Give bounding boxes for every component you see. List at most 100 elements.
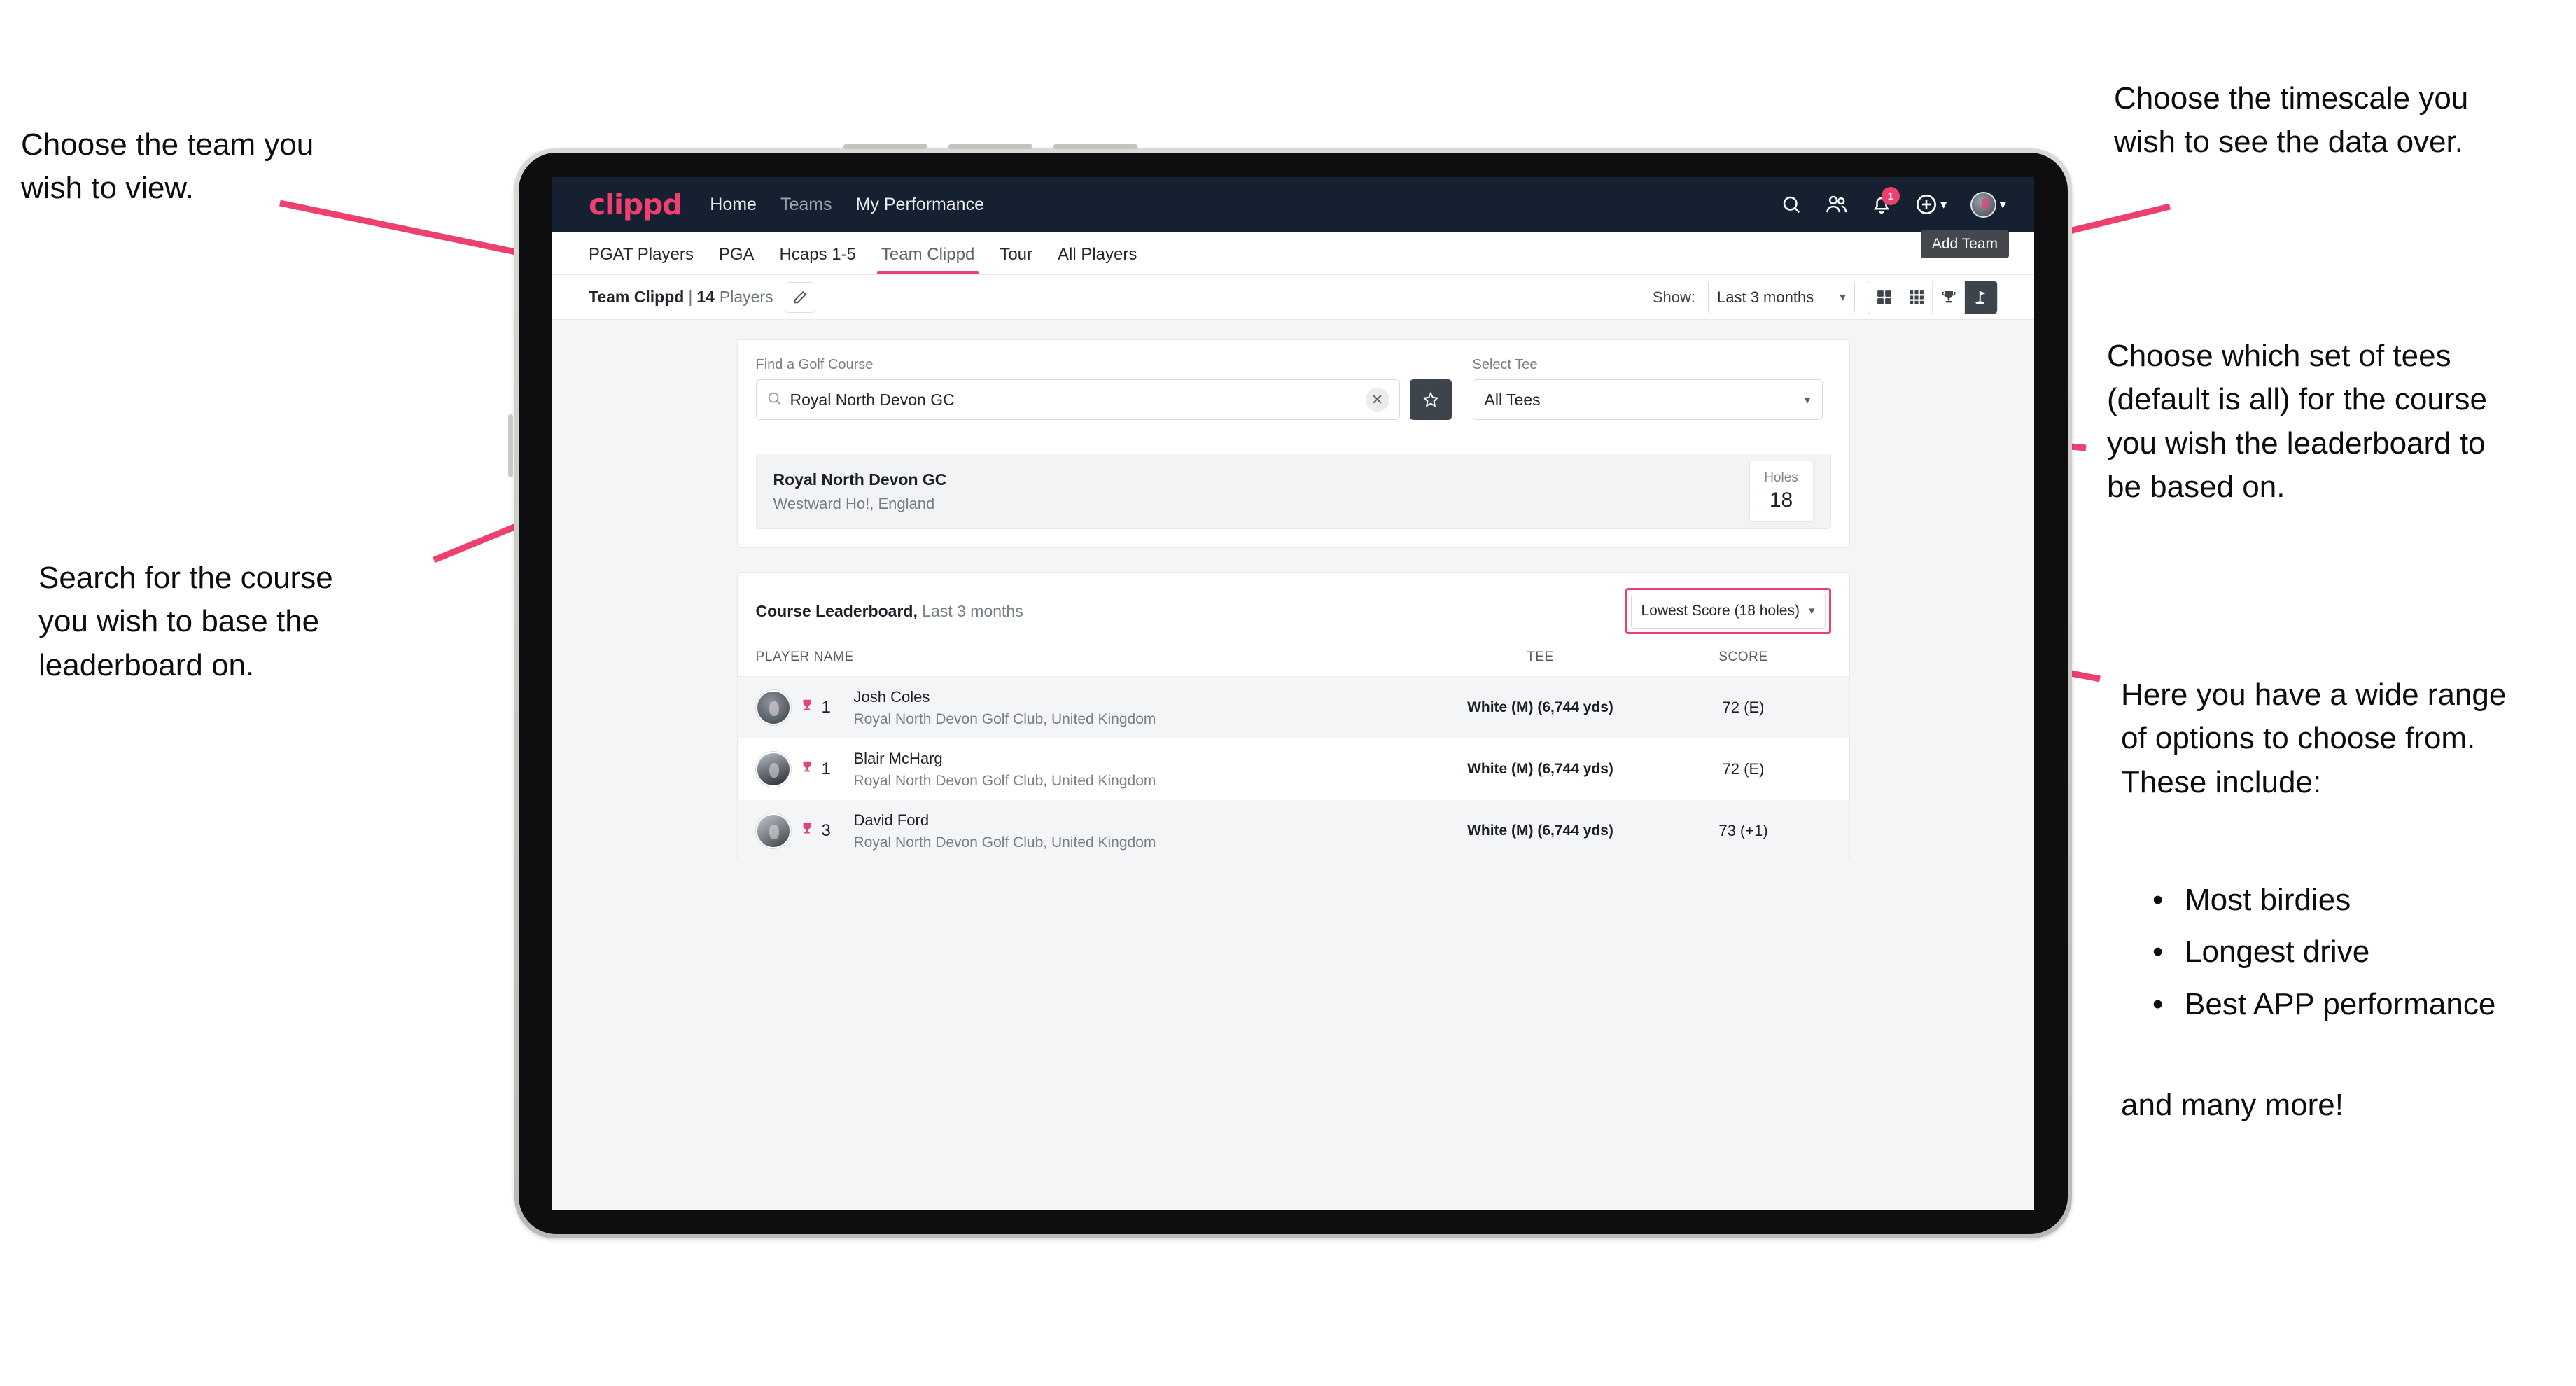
- find-course-field: Find a Golf Course Royal North Devon GC: [755, 357, 1400, 420]
- nav-link-home[interactable]: Home: [710, 195, 757, 215]
- device-button-top-2: [948, 144, 1032, 149]
- grid-2x2-view-icon[interactable]: [1868, 281, 1900, 314]
- player-count: 14: [696, 288, 715, 306]
- player-score: 73 (+1): [1718, 822, 1768, 839]
- tab-all-players[interactable]: All Players: [1058, 245, 1137, 274]
- course-search-input[interactable]: Royal North Devon GC ✕: [755, 379, 1400, 420]
- chevron-down-icon[interactable]: ▾: [1999, 197, 2006, 213]
- annotation-choose-tees: Choose which set of tees (default is all…: [2107, 339, 2487, 505]
- course-search-panel: Find a Golf Course Royal North Devon GC: [736, 340, 1850, 548]
- column-player-name: PLAYER NAME: [755, 650, 854, 664]
- timescale-value: Last 3 months: [1717, 288, 1814, 306]
- leaderboard-metric-highlight: Lowest Score (18 holes) ▾: [1625, 588, 1831, 634]
- leaderboard-title-sub: Last 3 months: [917, 601, 1023, 620]
- team-sep: |: [688, 288, 693, 306]
- tab-team-clippd[interactable]: Team Clippd: [876, 245, 979, 274]
- team-toolbar: Team Clippd | 14 Players Show: Last 3 month…: [552, 275, 2034, 320]
- avatar-image: [1970, 191, 1997, 218]
- pencil-icon[interactable]: [784, 281, 816, 313]
- player-score: 72 (E): [1722, 699, 1765, 716]
- course-search-value: Royal North Devon GC: [790, 390, 955, 409]
- screenshot-stage: Choose the team you wish to view. Choose…: [0, 0, 2576, 1386]
- chevron-down-icon: ▾: [1808, 604, 1815, 617]
- header-actions: 1 ▾ ▾: [1781, 187, 2006, 218]
- star-icon[interactable]: [1409, 379, 1452, 420]
- add-team-tooltip: Add Team: [1920, 230, 2009, 258]
- annotation-choose-team: Choose the team you wish to view.: [21, 127, 314, 206]
- course-leaderboard-panel: Course Leaderboard, Last 3 months Lowest…: [736, 572, 1850, 862]
- player-tee: White (M) (6,744 yds): [1467, 822, 1614, 839]
- select-tee-label: Select Tee: [1472, 357, 1538, 372]
- timescale-select[interactable]: Last 3 months ▾: [1708, 280, 1855, 314]
- device-bezel: clippd Home Teams My Performance 1 ▾ ▾ P…: [519, 153, 2068, 1234]
- device-button-top-3: [1054, 144, 1138, 149]
- leaderboard-metric-select[interactable]: Lowest Score (18 holes) ▾: [1630, 594, 1826, 629]
- player-rank: 1: [821, 698, 831, 717]
- close-icon[interactable]: ✕: [1365, 388, 1390, 412]
- app-header: clippd Home Teams My Performance 1 ▾ ▾: [552, 177, 2034, 232]
- annotation-option-item: Most birdies: [2152, 878, 2576, 922]
- annotation-options-intro: Here you have a wide range of options to…: [2121, 678, 2507, 799]
- annotation-search-course: Search for the course you wish to base t…: [38, 561, 333, 682]
- device-button-top-1: [844, 144, 927, 149]
- course-result-card[interactable]: Royal North Devon GC Westward Ho!, Engla…: [755, 454, 1831, 529]
- player-club: Royal North Devon Golf Club, United King…: [853, 710, 1156, 727]
- search-icon[interactable]: [1781, 194, 1802, 215]
- player-club: Royal North Devon Golf Club, United King…: [853, 772, 1156, 789]
- plus-circle-icon[interactable]: ▾: [1915, 193, 1947, 216]
- player-rank: 1: [821, 760, 831, 778]
- tablet-device: clippd Home Teams My Performance 1 ▾ ▾ P…: [508, 144, 2072, 1238]
- course-search-fields: Find a Golf Course Royal North Devon GC: [755, 357, 1831, 420]
- column-tee: TEE: [1527, 650, 1554, 664]
- player-tee: White (M) (6,744 yds): [1467, 699, 1614, 715]
- nav-link-teams[interactable]: Teams: [780, 195, 832, 215]
- grid-3x3-view-icon[interactable]: [1900, 281, 1933, 314]
- avatar: [755, 690, 791, 725]
- toolbar-right-group: Show: Last 3 months ▾: [1652, 280, 1998, 314]
- tee-select-value: All Tees: [1484, 390, 1541, 409]
- annotation-option-item: Longest drive: [2152, 930, 2576, 974]
- trophy-icon: [799, 759, 815, 780]
- player-rank: 3: [821, 821, 831, 840]
- leaderboard-column-headers: PLAYER NAME TEE SCORE: [737, 650, 1849, 677]
- page-content: Find a Golf Course Royal North Devon GC: [552, 320, 2034, 1210]
- player-tee: White (M) (6,744 yds): [1467, 761, 1614, 777]
- tab-hcaps-1-5[interactable]: Hcaps 1-5: [780, 245, 856, 274]
- view-toggle-group: [1868, 280, 1998, 314]
- flag-view-icon[interactable]: [1965, 281, 1997, 314]
- table-row[interactable]: 3 David Ford Royal North Devon Golf Club…: [737, 800, 1849, 862]
- notification-badge: 1: [1881, 187, 1900, 205]
- table-row[interactable]: 1 Blair McHarg Royal North Devon Golf Cl…: [738, 738, 1849, 800]
- chevron-down-icon: ▾: [1839, 290, 1846, 304]
- trophy-icon: [799, 820, 815, 842]
- clippd-logo[interactable]: clippd: [589, 188, 682, 221]
- avatar[interactable]: ▾: [1970, 191, 2006, 218]
- chevron-down-icon[interactable]: ▾: [1940, 197, 1947, 213]
- app-screen: clippd Home Teams My Performance 1 ▾ ▾ P…: [552, 177, 2034, 1210]
- table-row[interactable]: 1 Josh Coles Royal North Devon Golf Club…: [737, 677, 1849, 738]
- nav-link-my-performance[interactable]: My Performance: [856, 195, 984, 215]
- trophy-icon: [799, 697, 815, 719]
- player-info: Josh Coles Royal North Devon Golf Club, …: [854, 688, 1425, 728]
- players-word: Players: [719, 288, 774, 306]
- tab-pga[interactable]: PGA: [719, 245, 755, 274]
- chevron-down-icon: ▾: [1804, 392, 1811, 407]
- search-icon: [766, 391, 782, 410]
- player-name: Josh Coles: [853, 687, 930, 706]
- people-icon[interactable]: [1826, 194, 1848, 215]
- tab-tour[interactable]: Tour: [1000, 245, 1032, 274]
- annotation-option-item: Best APP performance: [2152, 983, 2576, 1026]
- team-name: Team Clippd: [589, 288, 685, 306]
- trophy-view-icon[interactable]: [1933, 281, 1965, 314]
- course-result-text: Royal North Devon GC Westward Ho!, Engla…: [774, 470, 947, 513]
- select-tee-field: Select Tee All Tees ▾: [1472, 357, 1823, 420]
- bell-icon[interactable]: 1: [1872, 187, 1900, 215]
- primary-nav: Home Teams My Performance: [710, 195, 984, 215]
- tee-select[interactable]: All Tees ▾: [1472, 379, 1823, 420]
- player-club: Royal North Devon Golf Club, United King…: [853, 834, 1156, 850]
- tab-pgat-players[interactable]: PGAT Players: [589, 245, 694, 274]
- course-search-area: Find a Golf Course Royal North Devon GC: [738, 340, 1849, 438]
- leaderboard-title: Course Leaderboard, Last 3 months: [756, 602, 1023, 621]
- team-summary: Team Clippd | 14 Players: [589, 288, 774, 307]
- show-label: Show:: [1652, 288, 1695, 306]
